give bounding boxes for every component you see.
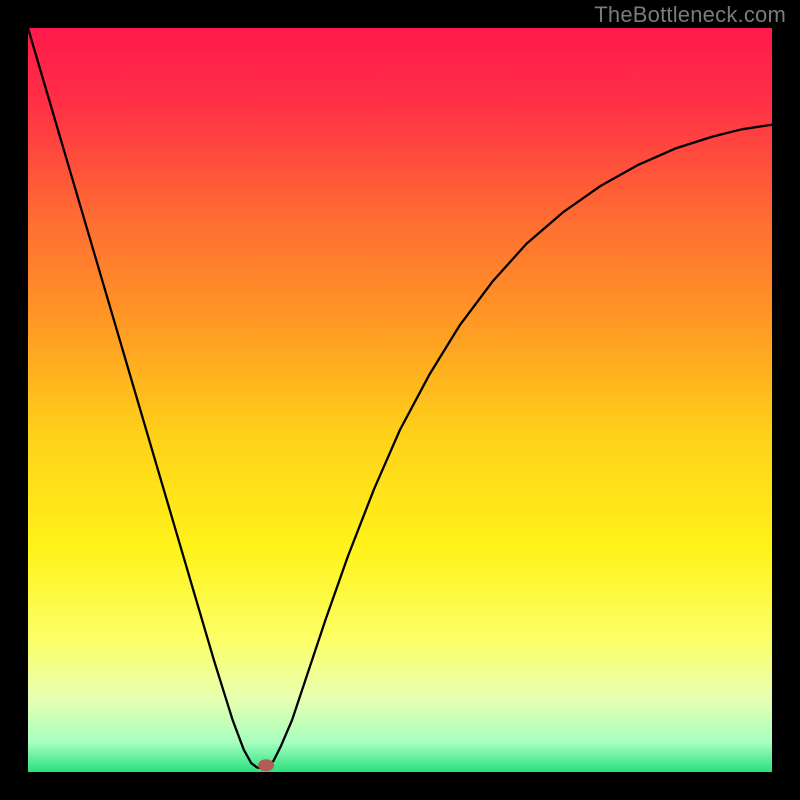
plot-area xyxy=(28,28,772,772)
chart-frame: TheBottleneck.com xyxy=(0,0,800,800)
gradient-background xyxy=(28,28,772,772)
optimal-marker xyxy=(258,759,274,771)
watermark-text: TheBottleneck.com xyxy=(594,2,786,28)
chart-svg xyxy=(28,28,772,772)
